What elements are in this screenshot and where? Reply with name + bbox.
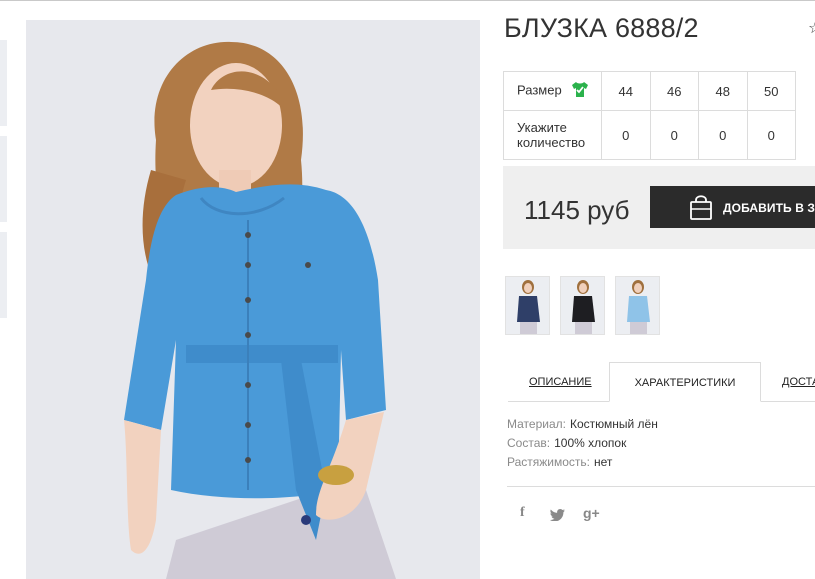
size-row: Размер 44 46 48 50 bbox=[503, 71, 796, 111]
top-divider bbox=[0, 0, 815, 1]
product-title: БЛУЗКА 6888/2 bbox=[504, 13, 699, 43]
spec-row: Материал: Костюмный лён bbox=[507, 417, 658, 436]
quantity-label-line2: количество bbox=[517, 135, 586, 150]
color-thumbnail-light-blue[interactable] bbox=[615, 276, 660, 335]
spec-row: Растяжимость: нет bbox=[507, 455, 658, 474]
left-thumbnail[interactable] bbox=[0, 40, 7, 126]
quantity-input[interactable]: 0 bbox=[698, 110, 748, 160]
tab-label: ХАРАКТЕРИСТИКИ bbox=[634, 377, 736, 389]
quantity-label-cell: Укажите количество bbox=[503, 110, 602, 160]
facebook-icon[interactable]: f bbox=[520, 505, 525, 521]
size-label: Размер bbox=[517, 82, 562, 98]
spec-value: Костюмный лён bbox=[569, 417, 658, 431]
quantity-label-line1: Укажите bbox=[517, 120, 567, 135]
shopping-bag-icon bbox=[689, 194, 713, 223]
spec-row: Состав: 100% хлопок bbox=[507, 436, 658, 455]
tab-description[interactable]: ОПИСАНИЕ bbox=[529, 362, 592, 402]
specs-list: Материал: Костюмный лён Состав: 100% хлопо… bbox=[507, 417, 658, 474]
size-quantity-table: Размер 44 46 48 50 Укажите количество 0 … bbox=[503, 71, 796, 160]
tab-label: ОПИСАНИЕ bbox=[529, 376, 592, 388]
tab-delivery[interactable]: ДОСТАВКА bbox=[782, 362, 815, 402]
twitter-icon[interactable] bbox=[550, 508, 565, 524]
favorite-star-icon[interactable]: ☆ bbox=[808, 18, 815, 38]
size-label-cell: Размер bbox=[503, 71, 602, 111]
color-thumbnail-black[interactable] bbox=[560, 276, 605, 335]
quantity-row: Укажите количество 0 0 0 0 bbox=[503, 110, 796, 160]
color-thumbnail-navy[interactable] bbox=[505, 276, 550, 335]
left-thumbnail-strip bbox=[0, 40, 8, 328]
size-cell: 46 bbox=[649, 71, 699, 111]
add-to-cart-button[interactable]: ДОБАВИТЬ В ЗАКАЗ bbox=[650, 186, 815, 228]
spec-key: Материал: bbox=[507, 417, 566, 431]
price-panel: 1145 руб ДОБАВИТЬ В ЗАКАЗ bbox=[503, 166, 815, 249]
main-product-photo[interactable] bbox=[26, 20, 480, 579]
spec-value: 100% хлопок bbox=[554, 436, 627, 450]
size-cell: 48 bbox=[698, 71, 748, 111]
product-tabs: ОПИСАНИЕ ХАРАКТЕРИСТИКИ ДОСТАВКА bbox=[508, 362, 815, 402]
add-to-cart-label: ДОБАВИТЬ В ЗАКАЗ bbox=[723, 201, 815, 215]
left-thumbnail[interactable] bbox=[0, 136, 7, 222]
quantity-input[interactable]: 0 bbox=[601, 110, 651, 160]
spec-key: Растяжимость: bbox=[507, 455, 591, 469]
tshirt-size-icon[interactable] bbox=[571, 82, 589, 100]
size-cell: 44 bbox=[601, 71, 651, 111]
size-cell: 50 bbox=[746, 71, 796, 111]
section-divider bbox=[507, 486, 815, 487]
product-price: 1145 руб bbox=[524, 195, 630, 225]
left-thumbnail[interactable] bbox=[0, 232, 7, 318]
spec-value: нет bbox=[594, 455, 613, 469]
tab-characteristics[interactable]: ХАРАКТЕРИСТИКИ bbox=[609, 362, 761, 402]
tab-label: ДОСТАВКА bbox=[782, 376, 815, 388]
google-plus-icon[interactable]: g+ bbox=[583, 505, 600, 521]
quantity-input[interactable]: 0 bbox=[746, 110, 796, 160]
spec-key: Состав: bbox=[507, 436, 551, 450]
quantity-input[interactable]: 0 bbox=[649, 110, 699, 160]
